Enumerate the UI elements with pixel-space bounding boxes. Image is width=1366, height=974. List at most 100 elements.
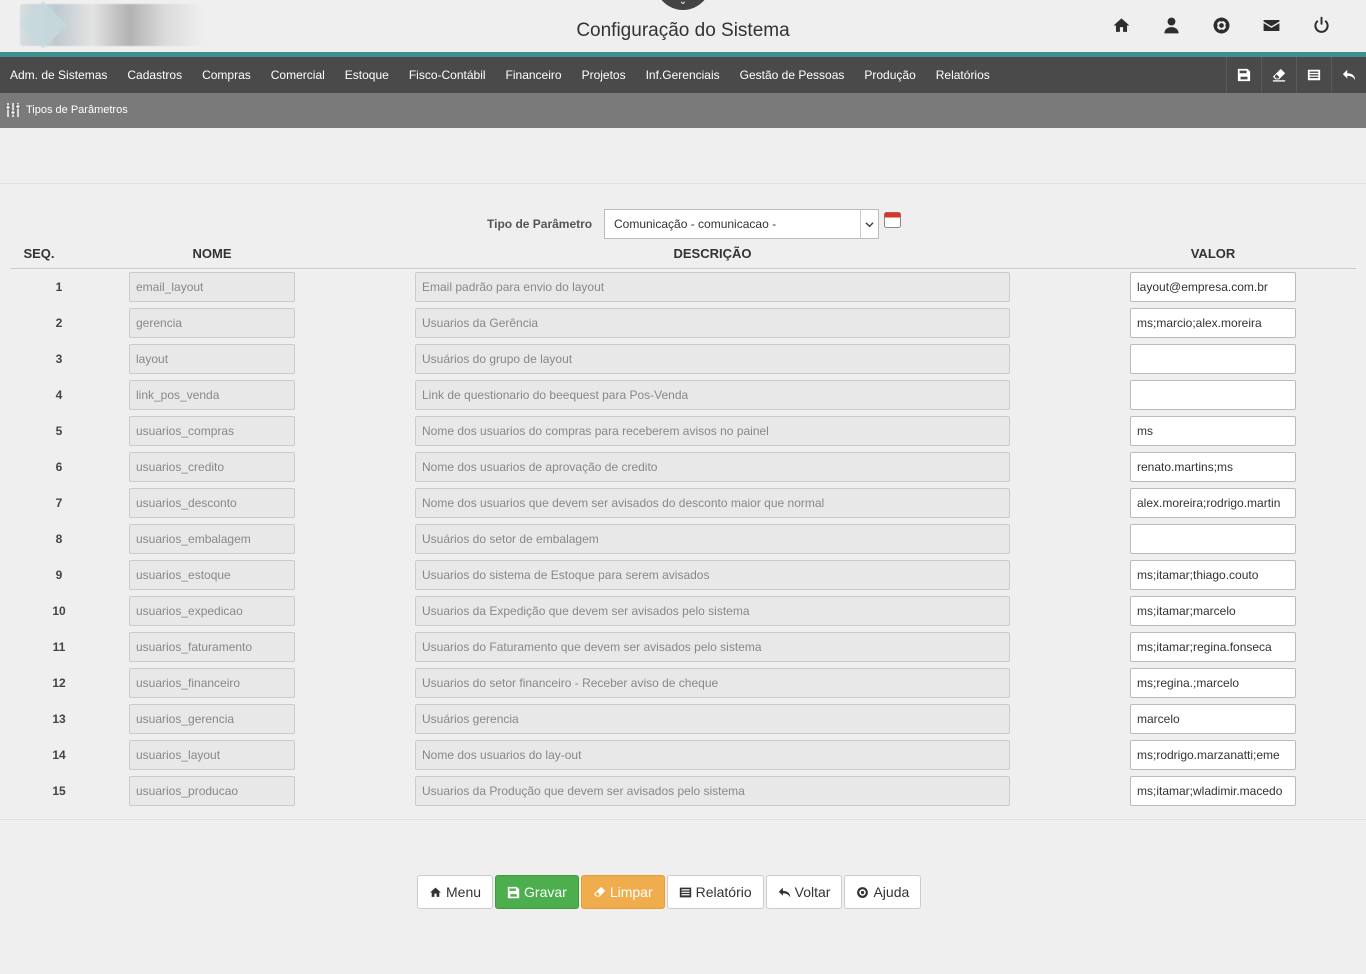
- table-row: 10 usuarios_expedicao Usuarios da Expedi…: [0, 596, 1366, 632]
- menu-item-adm-sistemas[interactable]: Adm. de Sistemas: [0, 57, 117, 93]
- row-seq: 9: [55, 568, 63, 582]
- help-button[interactable]: Ajuda: [844, 875, 922, 909]
- content-divider-bottom: [0, 819, 1366, 820]
- menu-item-gestao-pessoas[interactable]: Gestão de Pessoas: [730, 57, 855, 93]
- user-icon[interactable]: [1146, 12, 1196, 38]
- row-valor-input[interactable]: ms;itamar;regina.fonseca: [1130, 632, 1296, 662]
- app-header: ⌄ Configuração do Sistema: [0, 0, 1366, 52]
- table-row: 9 usuarios_estoque Usuarios do sistema d…: [0, 560, 1366, 596]
- menu-item-estoque[interactable]: Estoque: [335, 57, 399, 93]
- table-row: 8 usuarios_embalagem Usuários do setor d…: [0, 524, 1366, 560]
- row-descricao-field: Link de questionario do beequest para Po…: [415, 380, 1010, 410]
- back-icon[interactable]: [1331, 57, 1366, 93]
- row-descricao-field: Nome dos usuarios do compras para recebe…: [415, 416, 1010, 446]
- row-nome-field: layout: [129, 344, 295, 374]
- back-button[interactable]: Voltar: [765, 875, 843, 909]
- table-row: 7 usuarios_desconto Nome dos usuarios qu…: [0, 488, 1366, 524]
- row-seq: 12: [52, 676, 66, 690]
- row-valor-input[interactable]: ms;itamar;wladimir.macedo: [1130, 776, 1296, 806]
- row-valor-input[interactable]: ms;regina.;marcelo: [1130, 668, 1296, 698]
- home-icon: [430, 887, 441, 897]
- row-nome-field: usuarios_compras: [129, 416, 295, 446]
- table-row: 12 usuarios_financeiro Usuarios do setor…: [0, 668, 1366, 704]
- row-descricao-field: Nome dos usuarios que devem ser avisados…: [415, 488, 1010, 518]
- menu-item-projetos[interactable]: Projetos: [572, 57, 636, 93]
- row-seq: 1: [55, 280, 63, 294]
- row-nome-field: usuarios_producao: [129, 776, 295, 806]
- clear-button[interactable]: Limpar: [580, 875, 665, 909]
- menu-item-inf-gerenciais[interactable]: Inf.Gerenciais: [636, 57, 730, 93]
- menu-item-relatorios[interactable]: Relatórios: [926, 57, 1000, 93]
- table-row: 6 usuarios_credito Nome dos usuarios de …: [0, 452, 1366, 488]
- row-valor-input[interactable]: [1130, 380, 1296, 410]
- table-row: 11 usuarios_faturamento Usuarios do Fatu…: [0, 632, 1366, 668]
- menu-button[interactable]: Menu: [417, 875, 494, 909]
- report-button[interactable]: Relatório: [666, 875, 764, 909]
- menu-item-producao[interactable]: Produção: [854, 57, 925, 93]
- report-button-label: Relatório: [695, 884, 752, 900]
- menu-item-cadastros[interactable]: Cadastros: [117, 57, 192, 93]
- row-descricao-field: Usuarios do Faturamento que devem ser av…: [415, 632, 1010, 662]
- table-header-divider: [10, 268, 1356, 269]
- lifebuoy-icon: [857, 886, 869, 898]
- lifebuoy-icon[interactable]: [1196, 12, 1246, 38]
- row-valor-input[interactable]: ms;rodrigo.marzanatti;eme: [1130, 740, 1296, 770]
- menu-item-comercial[interactable]: Comercial: [261, 57, 335, 93]
- row-nome-field: usuarios_faturamento: [129, 632, 295, 662]
- row-valor-input[interactable]: renato.martins;ms: [1130, 452, 1296, 482]
- row-descricao-field: Usuários gerencia: [415, 704, 1010, 734]
- row-nome-field: usuarios_financeiro: [129, 668, 295, 698]
- eraser-icon: [593, 886, 606, 897]
- row-nome-field: usuarios_embalagem: [129, 524, 295, 554]
- save-icon[interactable]: [1226, 57, 1261, 93]
- chevron-down-icon[interactable]: [860, 210, 878, 238]
- row-nome-field: usuarios_expedicao: [129, 596, 295, 626]
- row-seq: 8: [55, 532, 63, 546]
- eraser-icon[interactable]: [1261, 57, 1296, 93]
- row-valor-input[interactable]: [1130, 524, 1296, 554]
- row-valor-input[interactable]: ms;marcio;alex.moreira: [1130, 308, 1296, 338]
- row-descricao-field: Usuários do setor de embalagem: [415, 524, 1010, 554]
- table-row: 14 usuarios_layout Nome dos usuarios do …: [0, 740, 1366, 776]
- column-header-valor: VALOR: [1190, 246, 1236, 261]
- menu-item-compras[interactable]: Compras: [192, 57, 261, 93]
- table-row: 3 layout Usuários do grupo de layout: [0, 344, 1366, 380]
- back-button-label: Voltar: [794, 884, 831, 900]
- parameter-type-select[interactable]: Comunicação - comunicacao -: [604, 209, 879, 239]
- table-row: 5 usuarios_compras Nome dos usuarios do …: [0, 416, 1366, 452]
- row-nome-field: usuarios_estoque: [129, 560, 295, 590]
- menu-item-financeiro[interactable]: Financeiro: [496, 57, 572, 93]
- row-valor-input[interactable]: ms;itamar;thiago.couto: [1130, 560, 1296, 590]
- row-valor-input[interactable]: alex.moreira;rodrigo.martin: [1130, 488, 1296, 518]
- collapse-header-tab[interactable]: ⌄: [655, 0, 711, 10]
- power-icon[interactable]: [1296, 12, 1346, 38]
- save-button[interactable]: Gravar: [495, 875, 579, 909]
- row-seq: 15: [52, 784, 66, 798]
- menu-item-fisco-contabil[interactable]: Fisco-Contábil: [399, 57, 496, 93]
- report-icon[interactable]: [1296, 57, 1331, 93]
- parameter-type-label: Tipo de Parâmetro: [487, 217, 593, 231]
- row-nome-field: usuarios_layout: [129, 740, 295, 770]
- row-seq: 14: [52, 748, 66, 762]
- table-row: 2 gerencia Usuarios da Gerência ms;marci…: [0, 308, 1366, 344]
- home-icon[interactable]: [1096, 12, 1146, 38]
- row-descricao-field: Usuários do grupo de layout: [415, 344, 1010, 374]
- column-header-descricao: DESCRIÇÃO: [673, 246, 752, 261]
- row-valor-input[interactable]: ms;itamar;marcelo: [1130, 596, 1296, 626]
- row-nome-field: usuarios_credito: [129, 452, 295, 482]
- row-descricao-field: Usuarios da Gerência: [415, 308, 1010, 338]
- row-valor-input[interactable]: [1130, 344, 1296, 374]
- row-valor-input[interactable]: ms: [1130, 416, 1296, 446]
- sliders-icon: [5, 103, 21, 117]
- row-seq: 2: [55, 316, 63, 330]
- breadcrumb: Tipos de Parâmetros: [0, 93, 1366, 128]
- row-descricao-field: Usuarios da Produção que devem ser avisa…: [415, 776, 1010, 806]
- row-valor-input[interactable]: marcelo: [1130, 704, 1296, 734]
- row-valor-input[interactable]: layout@empresa.com.br: [1130, 272, 1296, 302]
- row-seq: 11: [52, 640, 66, 654]
- table-row: 1 email_layout Email padrão para envio d…: [0, 272, 1366, 308]
- row-descricao-field: Usuarios da Expedição que devem ser avis…: [415, 596, 1010, 626]
- envelope-icon[interactable]: [1246, 12, 1296, 38]
- calendar-icon[interactable]: [884, 211, 901, 228]
- row-nome-field: link_pos_venda: [129, 380, 295, 410]
